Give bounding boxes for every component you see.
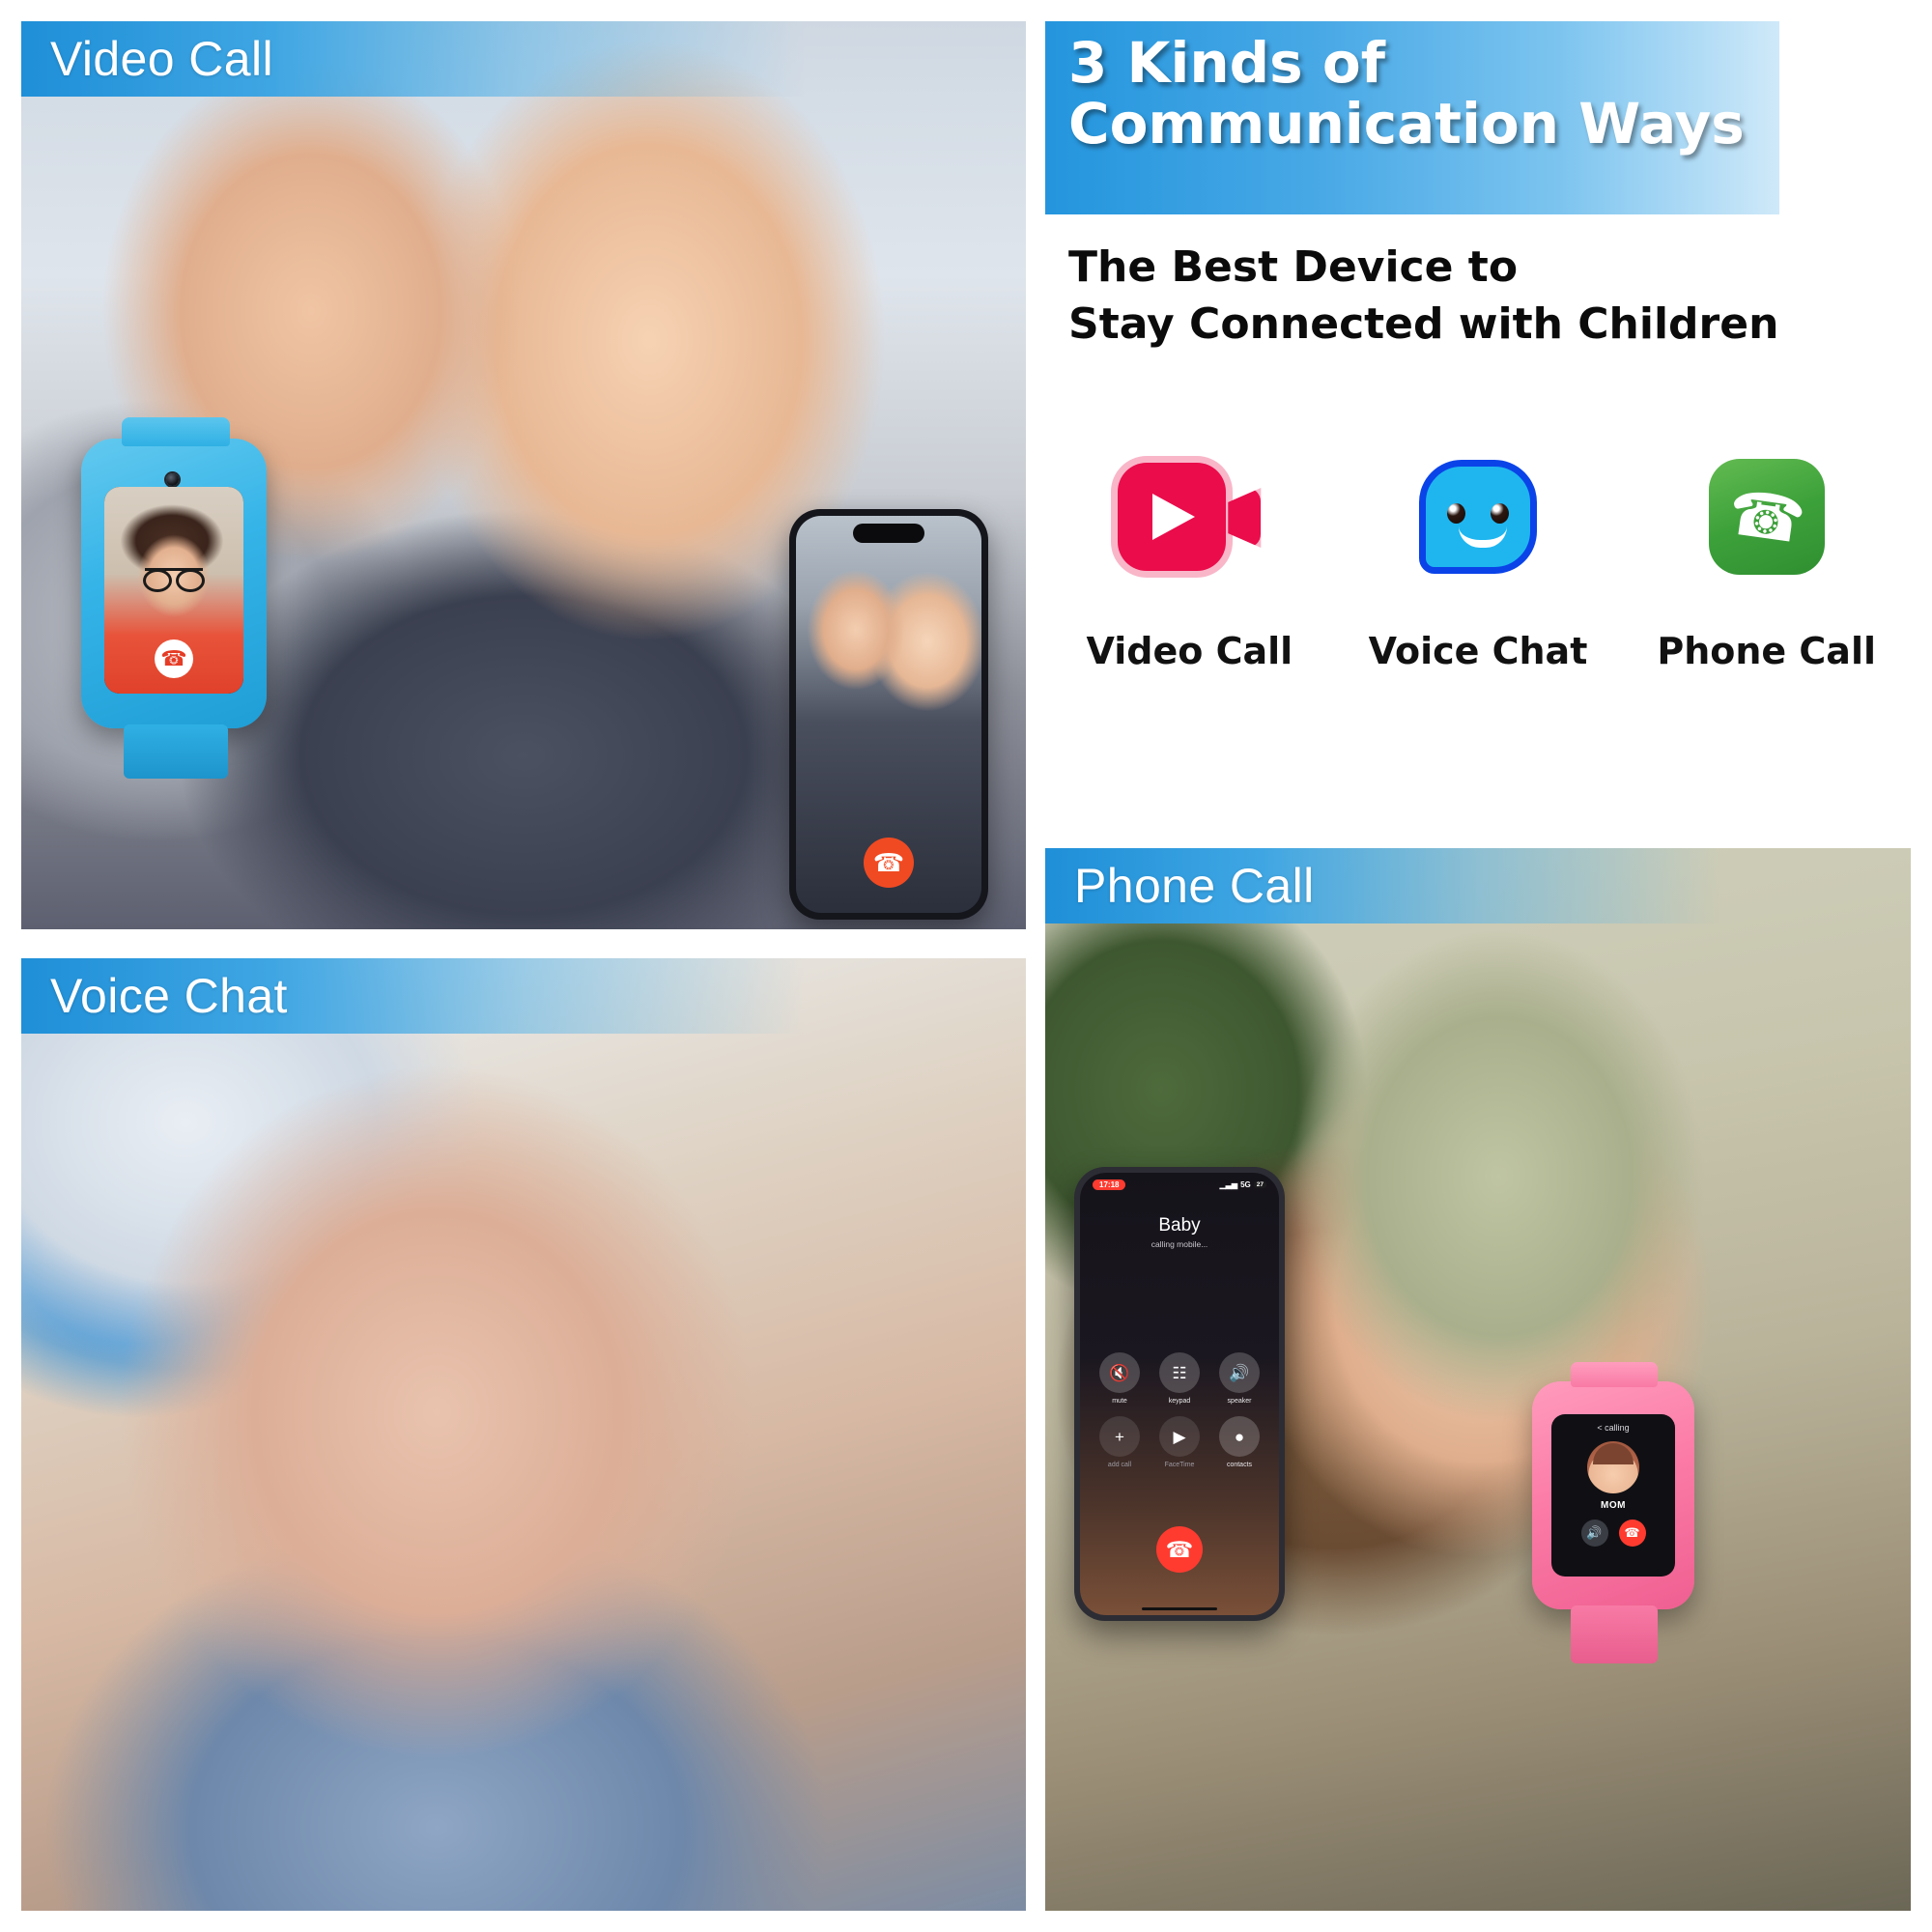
control-label: keypad: [1168, 1398, 1191, 1405]
phone-handset-icon: ☎: [1708, 425, 1825, 609]
watch-bottom-band: [124, 724, 228, 779]
watch-hangup-button[interactable]: ☎: [1618, 1520, 1646, 1547]
iphone-notch: [853, 524, 924, 543]
subheading-line-2: Stay Connected with Children: [1068, 298, 1779, 349]
end-call-button[interactable]: ☎: [1156, 1526, 1203, 1573]
watch-contact-avatar: [1587, 1441, 1639, 1493]
iphone-end-call-button[interactable]: ☎: [864, 838, 914, 888]
microphone-mute-icon: 🔇: [1099, 1352, 1140, 1393]
control-label: FaceTime: [1164, 1462, 1195, 1468]
speaker-icon: 🔊: [1219, 1352, 1260, 1393]
watch-screen: ☎: [104, 487, 243, 694]
status-right: ▁▃▅ 5G 27: [1220, 1180, 1266, 1189]
chat-bubble-smiley-icon: [1419, 425, 1537, 609]
contacts-person-icon: ●: [1219, 1416, 1260, 1457]
watch-contact-name: MOM: [1601, 1500, 1626, 1511]
signal-bars-icon: ▁▃▅: [1219, 1180, 1238, 1189]
home-indicator: [1142, 1607, 1217, 1610]
call-status-text: calling mobile...: [1151, 1239, 1208, 1249]
banner-voice-chat-label: Voice Chat: [50, 969, 288, 1023]
watch-bottom-band: [1571, 1605, 1658, 1663]
iphone-video-screen: ☎: [796, 516, 981, 913]
glasses-icon: [143, 568, 205, 592]
iphone-video-call-device: ☎: [789, 509, 988, 920]
watch-speaker-button[interactable]: 🔊: [1580, 1520, 1608, 1547]
control-label: add call: [1107, 1462, 1132, 1468]
watch-call-status: < calling: [1597, 1423, 1630, 1433]
panel-info: 3 Kinds of Communication Ways The Best D…: [1045, 21, 1911, 833]
watch-top-band: [122, 417, 230, 446]
iphone-phone-call-device: 17:18 ▁▃▅ 5G 27 Baby calling mobile... 🔇…: [1074, 1167, 1285, 1621]
product-feature-collage: Video Call ☎ ☎ Voice Chat 3 Kinds of Com…: [0, 0, 1932, 1932]
mute-button[interactable]: 🔇 mute: [1096, 1352, 1143, 1405]
video-camera-icon: [1118, 425, 1262, 609]
control-label: mute: [1112, 1398, 1127, 1405]
panel-video-call: Video Call ☎ ☎: [21, 21, 1026, 929]
blue-smartwatch-device: ☎: [81, 417, 267, 779]
banner-phone-call-label: Phone Call: [1074, 859, 1315, 913]
call-controls-grid: 🔇 mute ☷ keypad 🔊 speaker + add call ▶ F…: [1096, 1352, 1263, 1468]
iphone-call-screen: 17:18 ▁▃▅ 5G 27 Baby calling mobile... 🔇…: [1080, 1173, 1279, 1615]
pink-smartwatch-device: < calling MOM 🔊 ☎: [1532, 1362, 1694, 1663]
feature-label: Phone Call: [1657, 630, 1876, 672]
panel-voice-chat: Voice Chat 17:19 ▁▃▅ 5G 27: [21, 958, 1026, 1911]
watch-top-band: [1571, 1362, 1658, 1387]
add-call-button[interactable]: + add call: [1096, 1416, 1143, 1468]
banner-voice-chat: Voice Chat: [21, 958, 806, 1034]
headline-line-2: Communication Ways: [1068, 90, 1745, 156]
network-label: 5G: [1240, 1180, 1251, 1189]
info-subheading: The Best Device to Stay Connected with C…: [1068, 240, 1778, 354]
headline-line-1: 3 Kinds of: [1068, 30, 1385, 96]
control-label: speaker: [1227, 1398, 1252, 1405]
status-bar: 17:18 ▁▃▅ 5G 27: [1080, 1173, 1279, 1190]
feature-icon-row: Video Call Voice Chat ☎ Phone Call: [1045, 425, 1911, 672]
callee-name: Baby: [1158, 1215, 1201, 1236]
info-headline-banner: 3 Kinds of Communication Ways: [1045, 21, 1779, 214]
control-label: contacts: [1226, 1462, 1253, 1468]
watch-hangup-button[interactable]: ☎: [155, 639, 193, 678]
watch-call-screen: < calling MOM 🔊 ☎: [1551, 1414, 1675, 1577]
facetime-button[interactable]: ▶ FaceTime: [1156, 1416, 1203, 1468]
watch-camera-icon: [166, 473, 179, 486]
feature-label: Voice Chat: [1368, 630, 1588, 672]
voice-chat-photo: [21, 958, 1026, 1911]
feature-label: Video Call: [1086, 630, 1293, 672]
battery-level: 27: [1253, 1181, 1266, 1188]
feature-voice-chat: Voice Chat: [1334, 425, 1623, 672]
panel-phone-call: Phone Call 17:18 ▁▃▅ 5G 27 Baby calling …: [1045, 848, 1911, 1911]
banner-video-call: Video Call: [21, 21, 806, 97]
feature-video-call: Video Call: [1045, 425, 1334, 672]
keypad-icon: ☷: [1159, 1352, 1200, 1393]
banner-video-call-label: Video Call: [50, 32, 274, 86]
feature-phone-call: ☎ Phone Call: [1622, 425, 1911, 672]
facetime-video-icon: ▶: [1159, 1416, 1200, 1457]
keypad-button[interactable]: ☷ keypad: [1156, 1352, 1203, 1405]
speaker-button[interactable]: 🔊 speaker: [1216, 1352, 1263, 1405]
contacts-button[interactable]: ● contacts: [1216, 1416, 1263, 1468]
status-time: 17:18: [1093, 1179, 1126, 1190]
plus-icon: +: [1099, 1416, 1140, 1457]
watch-call-buttons: 🔊 ☎: [1580, 1520, 1646, 1547]
subheading-line-1: The Best Device to: [1068, 242, 1519, 292]
banner-phone-call: Phone Call: [1045, 848, 1720, 923]
